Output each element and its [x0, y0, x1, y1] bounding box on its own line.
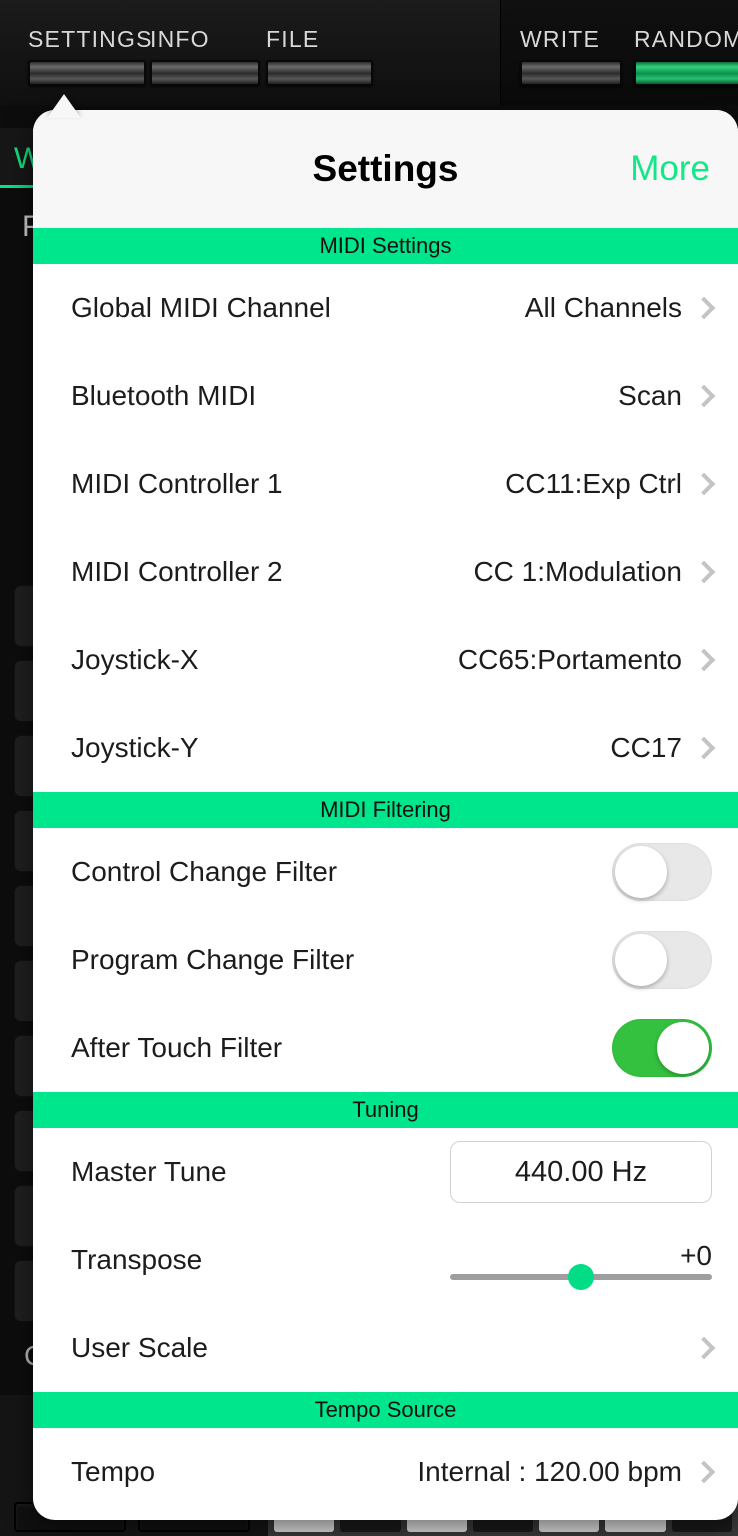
toolbar-button-write-label: WRITE [520, 26, 601, 52]
row-label: Joystick-Y [71, 732, 199, 763]
section-header-midi-settings: MIDI Settings [33, 228, 738, 264]
row-right: CC11:Exp Ctrl [505, 468, 716, 500]
toolbar-button-info-label: INFO [150, 26, 210, 52]
row-right: Internal : 120.00 bpm [417, 1456, 716, 1488]
row-right: +0 [450, 1240, 712, 1290]
transpose-value: +0 [680, 1240, 712, 1271]
row-value: CC65:Portamento [457, 644, 682, 675]
row-global-midi-channel[interactable]: Global MIDI Channel All Channels [33, 264, 738, 352]
row-label: Master Tune [71, 1156, 227, 1187]
row-after-touch-filter[interactable]: After Touch Filter [33, 1004, 738, 1092]
section-rows-midi-settings: Global MIDI Channel All Channels Bluetoo… [33, 264, 738, 792]
row-user-scale[interactable]: User Scale [33, 1304, 738, 1392]
row-right [692, 1336, 716, 1360]
section-header-tempo-source: Tempo Source [33, 1392, 738, 1428]
toggle-program-change-filter[interactable] [612, 931, 712, 989]
popover-pointer-arrow [47, 94, 81, 118]
section-rows-midi-filtering: Control Change Filter Program Change Fil… [33, 828, 738, 1092]
toolbar-button-random-label: RANDOM [634, 26, 738, 52]
row-right: CC65:Portamento [457, 644, 716, 676]
row-transpose[interactable]: Transpose +0 [33, 1216, 738, 1304]
row-right [612, 1019, 712, 1077]
chevron-right-icon [692, 648, 716, 672]
row-midi-controller-2[interactable]: MIDI Controller 2 CC 1:Modulation [33, 528, 738, 616]
chevron-right-icon [692, 736, 716, 760]
row-right: 440.00 Hz [450, 1141, 712, 1203]
section-header-midi-filtering: MIDI Filtering [33, 792, 738, 828]
section-rows-tuning: Master Tune 440.00 Hz Transpose +0 User … [33, 1128, 738, 1392]
row-joystick-x[interactable]: Joystick-X CC65:Portamento [33, 616, 738, 704]
write-led-indicator [520, 60, 622, 86]
row-control-change-filter[interactable]: Control Change Filter [33, 828, 738, 916]
toggle-control-change-filter[interactable] [612, 843, 712, 901]
settings-popover: Settings More MIDI Settings Global MIDI … [33, 110, 738, 1520]
row-right [612, 843, 712, 901]
toolbar-button-write[interactable]: WRITE [520, 26, 622, 86]
toggle-after-touch-filter[interactable] [612, 1019, 712, 1077]
row-value: CC 1:Modulation [473, 556, 682, 587]
toolbar-button-info[interactable]: INFO [150, 26, 260, 86]
file-led-indicator [266, 60, 373, 86]
row-label: User Scale [71, 1332, 208, 1363]
toolbar-button-settings[interactable]: SETTINGS [28, 26, 153, 86]
toolbar-button-file[interactable]: FILE [266, 26, 373, 86]
chevron-right-icon [692, 472, 716, 496]
chevron-right-icon [692, 1336, 716, 1360]
row-value: Scan [618, 380, 682, 411]
popover-header: Settings More [33, 110, 738, 228]
row-label: MIDI Controller 2 [71, 556, 283, 587]
row-label: Joystick-X [71, 644, 199, 675]
page-title: Settings [312, 148, 459, 189]
row-label: Bluetooth MIDI [71, 380, 257, 411]
row-right: All Channels [524, 292, 716, 324]
row-label: Tempo [71, 1456, 156, 1487]
row-joystick-y[interactable]: Joystick-Y CC17 [33, 704, 738, 792]
chevron-right-icon [692, 560, 716, 584]
row-right [612, 931, 712, 989]
row-value: Internal : 120.00 bpm [417, 1456, 682, 1487]
row-program-change-filter[interactable]: Program Change Filter [33, 916, 738, 1004]
row-midi-controller-1[interactable]: MIDI Controller 1 CC11:Exp Ctrl [33, 440, 738, 528]
toolbar-button-random[interactable]: RANDOM [634, 26, 738, 86]
toggle-knob [615, 846, 667, 898]
master-tune-input[interactable]: 440.00 Hz [450, 1141, 712, 1203]
row-master-tune[interactable]: Master Tune 440.00 Hz [33, 1128, 738, 1216]
row-value: CC17 [610, 732, 682, 763]
row-right: CC 1:Modulation [473, 556, 716, 588]
row-right: CC17 [610, 732, 716, 764]
row-label: After Touch Filter [71, 1032, 283, 1063]
row-label: Control Change Filter [71, 856, 338, 887]
transpose-slider-track[interactable] [450, 1264, 712, 1290]
row-tempo[interactable]: Tempo Internal : 120.00 bpm [33, 1428, 738, 1516]
row-right: Scan [618, 380, 716, 412]
toolbar-button-file-label: FILE [266, 26, 320, 52]
row-label: Transpose [71, 1244, 203, 1275]
settings-led-indicator [28, 60, 146, 86]
row-label: Program Change Filter [71, 944, 355, 975]
row-label: Global MIDI Channel [71, 292, 331, 323]
row-value: CC11:Exp Ctrl [505, 468, 682, 499]
row-value: All Channels [524, 292, 682, 323]
transpose-slider-thumb[interactable] [568, 1264, 594, 1290]
row-bluetooth-midi[interactable]: Bluetooth MIDI Scan [33, 352, 738, 440]
random-led-indicator [634, 60, 738, 86]
toggle-knob [657, 1022, 709, 1074]
row-label: MIDI Controller 1 [71, 468, 283, 499]
more-button[interactable]: More [630, 149, 710, 189]
toolbar-button-settings-label: SETTINGS [28, 26, 153, 52]
info-led-indicator [150, 60, 260, 86]
transpose-slider[interactable]: +0 [450, 1240, 712, 1290]
chevron-right-icon [692, 1460, 716, 1484]
chevron-right-icon [692, 384, 716, 408]
app-screen: SETTINGS INFO FILE WRITE RANDOM W P C [0, 0, 738, 1536]
section-rows-tempo-source: Tempo Internal : 120.00 bpm [33, 1428, 738, 1516]
chevron-right-icon [692, 296, 716, 320]
toggle-knob [615, 934, 667, 986]
section-header-tuning: Tuning [33, 1092, 738, 1128]
